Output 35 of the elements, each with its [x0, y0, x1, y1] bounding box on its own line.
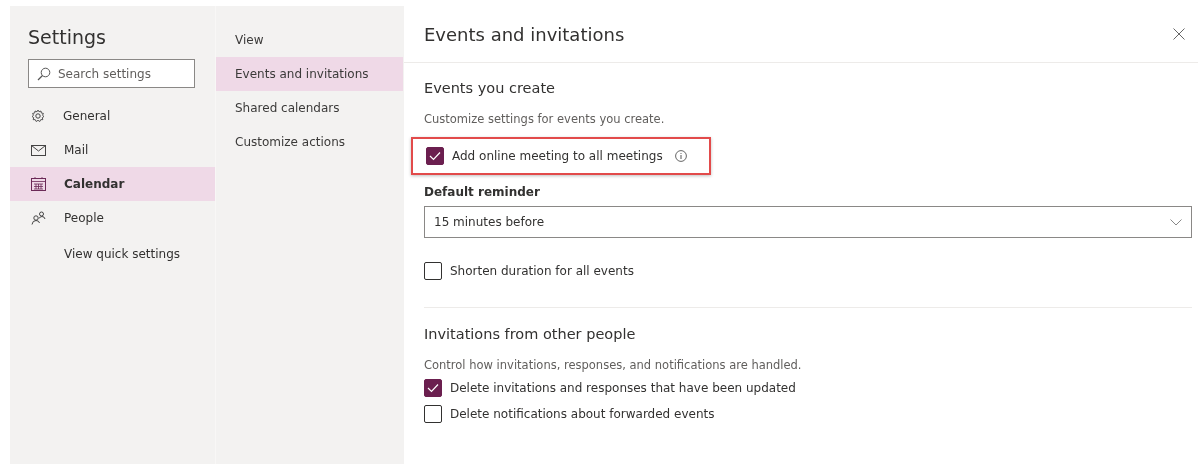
- checkbox[interactable]: [424, 405, 442, 423]
- info-icon[interactable]: [674, 150, 687, 162]
- mail-icon: [31, 144, 46, 156]
- checkbox[interactable]: [424, 379, 442, 397]
- chevron-down-icon: [1170, 218, 1182, 226]
- checkbox[interactable]: [426, 147, 444, 165]
- checkmark-icon: [427, 383, 439, 393]
- quick-settings-link[interactable]: View quick settings: [10, 237, 215, 271]
- settings-title: Settings: [27, 26, 107, 50]
- people-icon: [31, 211, 46, 225]
- checkbox-label: Shorten duration for all events: [450, 264, 634, 278]
- section-heading: Events you create: [424, 80, 556, 96]
- nav-item[interactable]: General: [10, 99, 215, 133]
- calendar-icon: [31, 177, 46, 191]
- checkmark-icon: [429, 151, 441, 161]
- panel-title: Events and invitations: [424, 23, 625, 45]
- nav-item[interactable]: People: [10, 201, 215, 235]
- subnav-item[interactable]: Customize actions: [216, 125, 403, 159]
- field-label: Default reminder: [424, 185, 541, 199]
- section-description: Control how invitations, responses, and notifications are handled.: [424, 358, 803, 372]
- nav-item[interactable]: Mail: [10, 133, 215, 167]
- section-heading: Invitations from other people: [424, 326, 637, 342]
- nav-item[interactable]: Calendar: [10, 167, 215, 201]
- section-description: Customize settings for events you create.: [424, 112, 666, 126]
- close-icon[interactable]: [1173, 28, 1185, 40]
- checkbox-label: Delete notifications about forwarded events: [450, 407, 715, 421]
- subnav-item[interactable]: Events and invitations: [216, 57, 403, 91]
- checkbox-label: Add online meeting to all meetings: [452, 149, 663, 163]
- checkbox[interactable]: [424, 262, 442, 280]
- search-field[interactable]: Search settings: [28, 59, 195, 88]
- subnav-item[interactable]: View: [216, 23, 403, 57]
- checkbox-label: Delete invitations and responses that have been updated: [450, 381, 796, 395]
- gear-icon: [31, 109, 45, 123]
- reminder-dropdown[interactable]: 15 minutes before: [424, 206, 1192, 238]
- subnav-item[interactable]: Shared calendars: [216, 91, 403, 125]
